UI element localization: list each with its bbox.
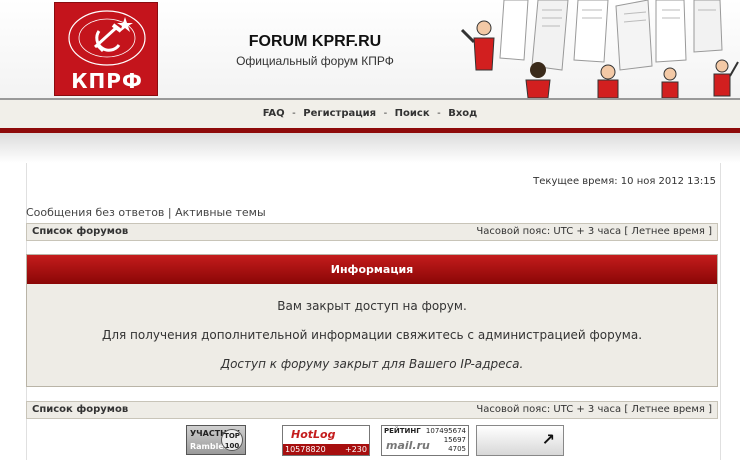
nav-separator: - [383,108,388,119]
hammer-sickle-icon [68,10,146,66]
dst-label: Летнее время [631,226,705,237]
hotlog-label: HotLog [291,428,336,441]
mailru-num3: 4705 [448,445,466,453]
forum-index-link[interactable]: Список форумов [32,226,128,237]
top100-circle: TOP 100 [221,429,243,451]
timezone-label: Часовой пояс: UTC + 3 часа [476,404,622,415]
timezone-label: Часовой пояс: UTC + 3 часа [476,226,622,237]
top100-label: TOP [224,432,240,440]
mailru-rating-label: РЕЙТИНГ [384,427,421,435]
quick-links: Сообщения без ответов | Активные темы [26,206,266,219]
rambler-top100-badge[interactable]: УЧАСТНИК Rambler's TOP 100 [186,425,246,455]
forum-index-bar-bottom: Список форумов Часовой пояс: UTC + 3 час… [26,401,718,419]
nav-search-link[interactable]: Поиск [395,108,430,119]
hotlog-count-today: +230 [345,445,367,454]
mailru-brand: mail.ru [386,439,430,452]
main-nav: FAQ - Регистрация - Поиск - Вход [0,108,740,119]
contact-suffix: . [638,328,643,342]
header-illustration [460,0,739,98]
dst-close-bracket: ] [708,404,712,415]
timezone-info: Часовой пояс: UTC + 3 часа [ Летнее врем… [476,226,712,237]
hotlog-counter: 10578820 +230 [283,444,369,455]
active-topics-link[interactable]: Активные темы [175,206,266,219]
info-panel: Информация Вам закрыт доступ на форум. Д… [26,254,718,387]
nav-faq-link[interactable]: FAQ [263,108,285,119]
dst-close-bracket: ] [708,226,712,237]
quick-links-divider: | [167,206,172,219]
info-panel-title: Информация [27,255,717,284]
hotlog-badge[interactable]: HotLog 10578820 +230 [282,425,370,456]
access-denied-message: Вам закрыт доступ на форум. [277,299,467,313]
nav-login-link[interactable]: Вход [448,108,477,119]
mailru-rating-badge[interactable]: РЕЙТИНГ 107495674 15697 4705 mail.ru [381,425,469,456]
unanswered-posts-link[interactable]: Сообщения без ответов [26,206,164,219]
site-header: КПРФ FORUM KPRF.RU Официальный форум КПР… [0,0,740,98]
logo-abbreviation: КПРФ [71,69,143,93]
forum-index-link[interactable]: Список форумов [32,404,128,415]
dst-open-bracket: [ [624,226,629,237]
hotlog-count-total: 10578820 [285,445,326,454]
top100-number: 100 [224,442,240,450]
timezone-info: Часовой пояс: UTC + 3 часа [ Летнее врем… [476,404,712,415]
site-title[interactable]: FORUM KPRF.RU [180,33,450,51]
contact-admin-link[interactable]: свяжитесь с администрацией форума [396,328,638,342]
site-description: Официальный форум КПРФ [236,54,394,68]
forum-index-bar-top: Список форумов Часовой пояс: UTC + 3 час… [26,223,718,241]
nav-register-link[interactable]: Регистрация [303,108,376,119]
mailru-num1: 107495674 [425,427,466,435]
external-counter-badge[interactable]: ↗ [476,425,564,456]
dst-open-bracket: [ [624,404,629,415]
contact-prefix: Для получения дополнительной информации [101,328,393,342]
kprf-logo[interactable]: КПРФ [54,2,158,96]
current-time: Текущее время: 10 ноя 2012 13:15 [533,176,716,187]
nav-separator: - [437,108,441,119]
ip-blocked-message: Доступ к форуму закрыт для Вашего IP-адр… [220,357,524,371]
mailru-num2: 15697 [443,436,466,444]
arrow-up-right-icon: ↗ [541,430,555,449]
header-fade [0,133,740,163]
nav-separator: - [292,108,296,119]
contact-admin-message: Для получения дополнительной информации … [27,328,717,342]
dst-label: Летнее время [631,404,705,415]
